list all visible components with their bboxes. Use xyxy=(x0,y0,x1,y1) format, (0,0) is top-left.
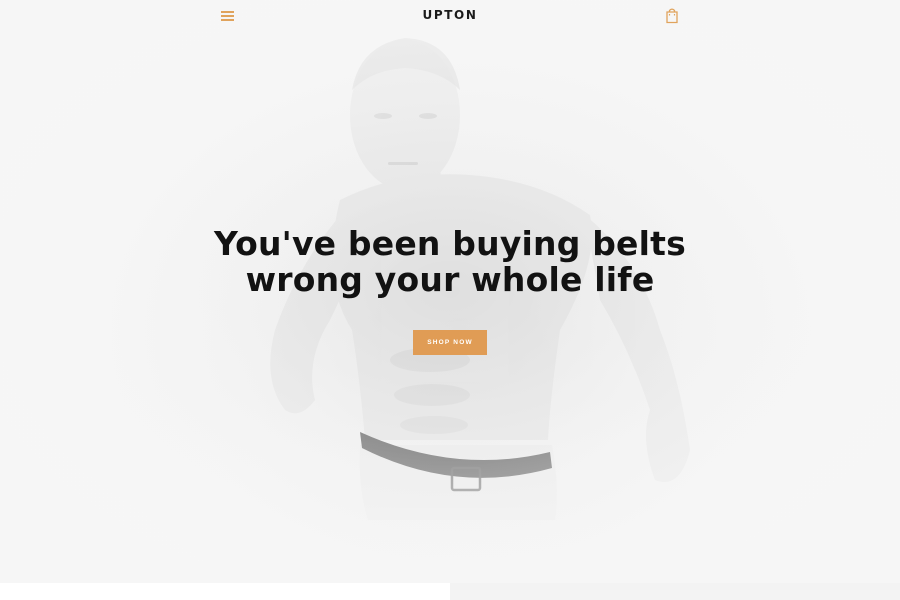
hero-section: UPTON You've been buying belts wrong you… xyxy=(0,0,900,583)
next-section-right xyxy=(450,583,900,600)
hero-headline-line2: wrong your whole life xyxy=(245,260,655,299)
site-header: UPTON xyxy=(0,0,900,30)
shop-now-button[interactable]: SHOP NOW xyxy=(413,330,487,355)
cart-button[interactable] xyxy=(664,7,680,24)
next-section-left xyxy=(0,583,450,600)
shopping-bag-icon xyxy=(666,8,678,24)
hero-headline-line1: You've been buying belts xyxy=(214,224,686,263)
hero-headline: You've been buying belts wrong your whol… xyxy=(0,226,900,298)
brand-logo[interactable]: UPTON xyxy=(0,8,900,22)
